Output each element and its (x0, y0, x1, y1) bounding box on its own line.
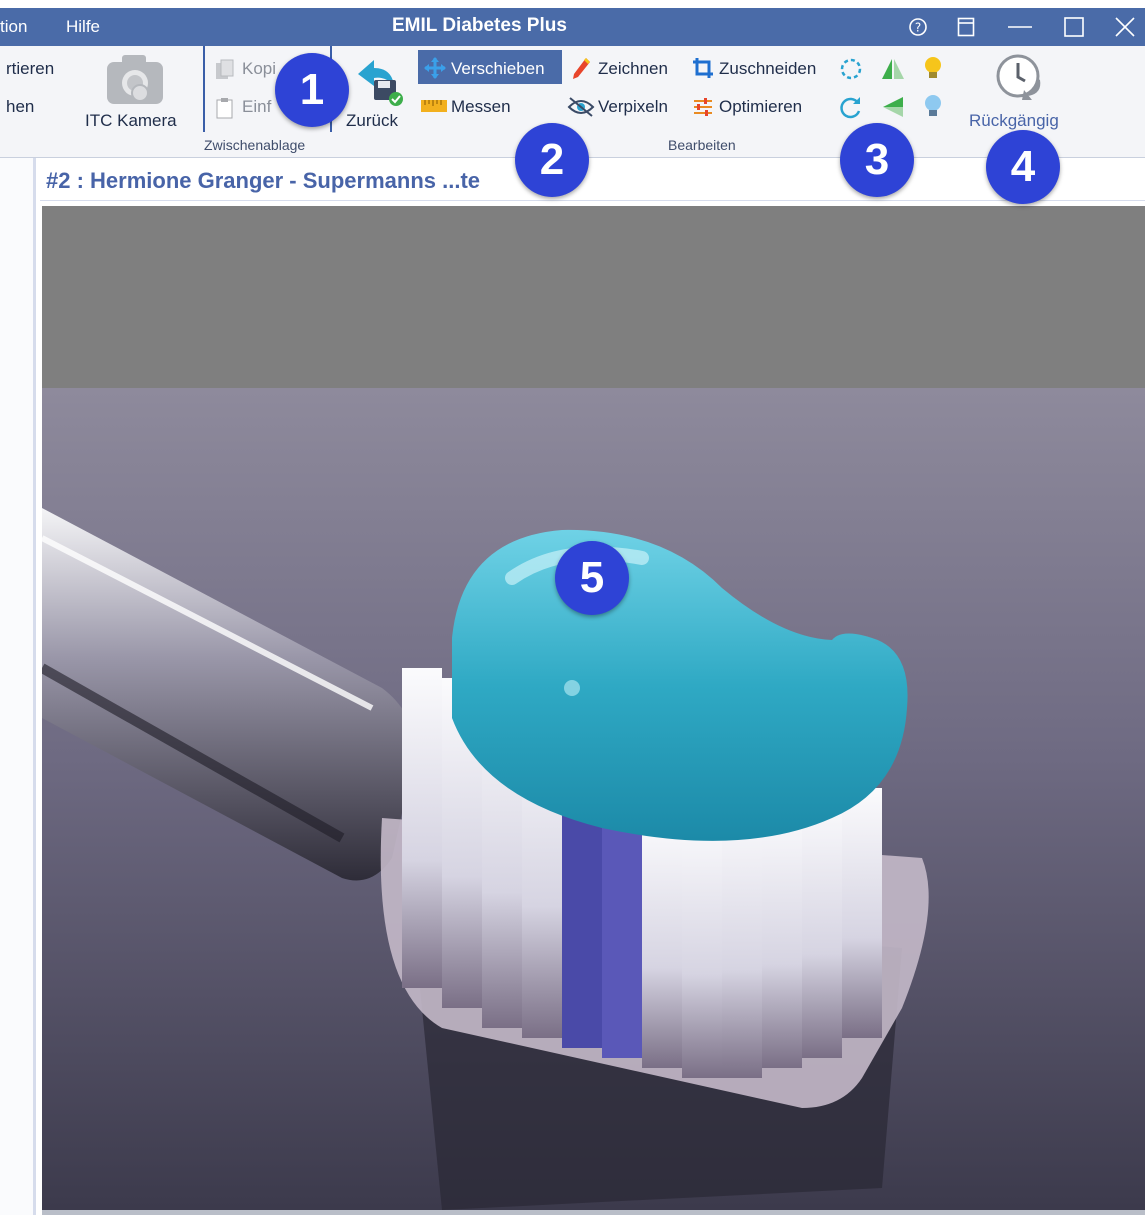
callout-badge-3: 3 (840, 123, 914, 197)
pixelate-icon (567, 96, 595, 123)
rotate-right-icon[interactable] (838, 94, 864, 125)
move-icon (424, 57, 446, 84)
measure-button[interactable]: Messen (451, 97, 511, 117)
maximize-button[interactable] (1054, 8, 1094, 46)
crop-icon (692, 57, 714, 84)
back-arrow-icon[interactable] (352, 54, 406, 113)
brightness-down-icon[interactable] (922, 93, 944, 126)
move-button[interactable]: Verschieben (451, 59, 545, 79)
callout-badge-5: 5 (555, 541, 629, 615)
menu-item-help[interactable]: Hilfe (66, 17, 100, 37)
title-divider (40, 200, 1145, 201)
camera-icon[interactable] (104, 52, 166, 113)
minimize-button[interactable] (1000, 8, 1040, 46)
back-button[interactable]: Zurück (346, 111, 398, 131)
paste-button[interactable]: Einf (242, 97, 271, 117)
undo-clock-icon[interactable] (992, 52, 1048, 111)
bottom-edge (42, 1210, 1145, 1215)
title-bar: tion Hilfe EMIL Diabetes Plus ? (0, 8, 1145, 46)
minimize-icon (1008, 26, 1032, 28)
optimize-button[interactable]: Optimieren (719, 97, 802, 117)
copy-icon (215, 59, 235, 86)
panel-icon (957, 17, 975, 37)
pixelate-button[interactable]: Verpixeln (598, 97, 668, 117)
app-title: EMIL Diabetes Plus (392, 15, 567, 36)
group-separator (203, 46, 205, 132)
callout-badge-1: 1 (275, 53, 349, 127)
pen-icon (571, 57, 591, 86)
optimize-icon (692, 96, 714, 123)
flip-vertical-icon[interactable] (880, 56, 906, 87)
group-label-edit: Bearbeiten (668, 137, 736, 153)
ruler-icon (420, 99, 448, 118)
help-circle-icon: ? (909, 18, 927, 36)
itc-camera-button[interactable]: ITC Kamera (85, 111, 177, 131)
help-button[interactable]: ? (898, 8, 938, 46)
left-side-panel (0, 158, 36, 1215)
brightness-up-icon[interactable] (922, 55, 944, 88)
ribbon-item-export[interactable]: rtieren (6, 59, 54, 79)
paste-icon (215, 97, 235, 124)
close-button[interactable] (1105, 8, 1145, 46)
copy-button[interactable]: Kopi (242, 59, 276, 79)
callout-badge-4: 4 (986, 130, 1060, 204)
group-label-clipboard: Zwischenablage (204, 137, 306, 153)
page-title: #2 : Hermione Granger - Supermanns ...te (46, 168, 481, 193)
ribbon-item-search[interactable]: hen (6, 97, 34, 117)
maximize-icon (1064, 17, 1084, 37)
crop-button[interactable]: Zuschneiden (719, 59, 816, 79)
menu-item-partial[interactable]: tion (0, 17, 27, 37)
close-icon (1115, 17, 1135, 37)
photo-toothbrush[interactable] (42, 388, 1145, 1210)
app-window: tion Hilfe EMIL Diabetes Plus ? rtieren … (0, 0, 1145, 1215)
draw-button[interactable]: Zeichnen (598, 59, 668, 79)
rotate-left-icon[interactable] (838, 56, 864, 87)
image-canvas-background (42, 206, 1145, 388)
undo-button[interactable]: Rückgängig (969, 111, 1059, 131)
callout-badge-2: 2 (515, 123, 589, 197)
ribbon-toggle-button[interactable] (946, 8, 986, 46)
flip-horizontal-icon[interactable] (880, 94, 906, 125)
svg-text:?: ? (915, 21, 921, 35)
